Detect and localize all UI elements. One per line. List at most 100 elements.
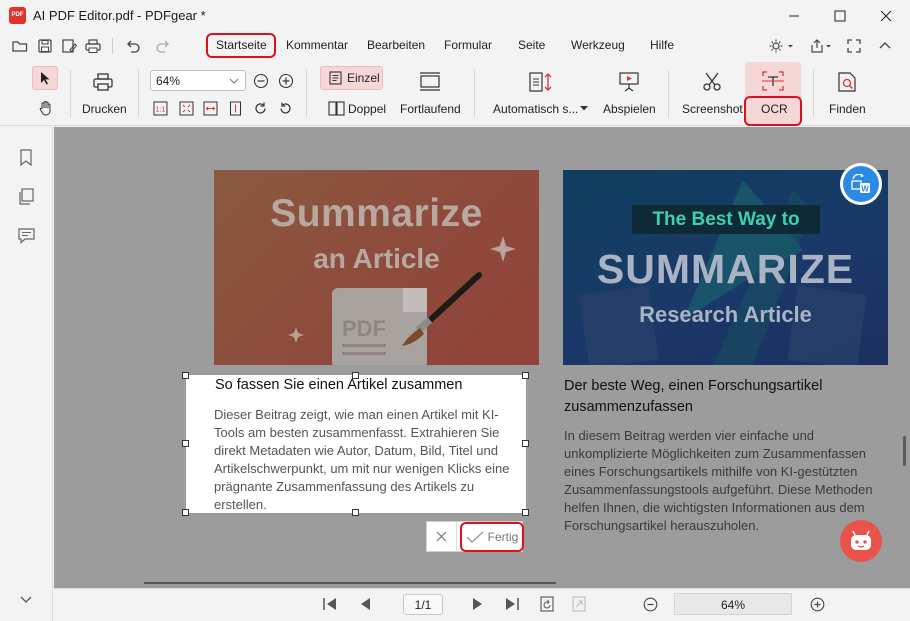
menu-kommentar[interactable]: Kommentar [286,38,348,52]
article-thumbnail-summarize: Summarize an Article PDF [214,170,539,365]
chevron-up-icon [879,42,891,49]
folder-open-icon [12,41,28,52]
cancel-edit-button[interactable] [427,522,457,551]
menu-formular[interactable]: Formular [444,38,492,52]
article-body[interactable]: Dieser Beitrag zeigt, wie man einen Arti… [214,406,526,514]
divider [70,70,71,118]
maximize-icon [834,10,846,22]
first-page-icon [323,598,336,610]
status-zoom-in-button[interactable] [807,594,827,614]
sun-icon [769,39,793,53]
menu-hilfe[interactable]: Hilfe [650,38,674,52]
zoom-out-icon [643,597,657,611]
screenshot-button[interactable]: Screenshot [682,102,743,116]
theme-button[interactable] [768,37,794,55]
cursor-arrow-icon [41,72,50,85]
app-logo: PDF [9,7,26,24]
divider [813,70,814,118]
minimize-button[interactable] [771,0,817,32]
actual-size-button[interactable]: 1:1 [152,100,169,117]
status-zoom-out-button[interactable] [640,594,660,614]
sidebar-expand-button[interactable] [16,590,36,610]
select-tool-button[interactable] [32,66,58,90]
resize-handle[interactable] [182,509,189,516]
save-as-button[interactable] [60,37,78,55]
fit-width-button[interactable] [202,100,219,117]
page-indicator[interactable]: 1/1 [403,594,443,615]
menu-bearbeiten[interactable]: Bearbeiten [367,38,425,52]
next-page-icon [473,598,482,610]
play-button[interactable]: Abspielen [603,102,656,116]
fit-page-button[interactable] [178,100,195,117]
auto-scroll-icon-wrap[interactable] [526,69,556,95]
fit-height-icon [230,101,241,116]
vertical-scrollbar[interactable] [903,436,906,466]
print-button[interactable]: Drucken [82,102,127,116]
redo-button[interactable] [154,37,172,55]
resize-handle[interactable] [182,440,189,447]
quick-print-button[interactable] [84,37,102,55]
thumbnails-panel-button[interactable] [16,186,36,206]
double-page-button[interactable]: Doppel [348,102,386,116]
save-button[interactable] [36,37,54,55]
zoom-in-button[interactable] [277,72,295,90]
fullscreen-button[interactable] [845,37,863,55]
auto-scroll-icon [529,72,552,92]
back-view-button[interactable] [537,594,557,614]
menu-werkzeug[interactable]: Werkzeug [571,38,625,52]
menu-seite[interactable]: Seite [518,38,545,52]
print-icon-wrap[interactable] [88,69,118,95]
fit-height-button[interactable] [227,100,244,117]
forward-view-button[interactable] [569,594,589,614]
pages-icon [19,187,34,205]
auto-scroll-button[interactable]: Automatisch s... [493,102,578,116]
double-page-icon-wrap [328,101,346,117]
single-page-button[interactable]: Einzel [320,66,383,90]
resize-handle[interactable] [522,372,529,379]
rotate-right-button[interactable] [252,100,269,117]
find-button[interactable]: Finden [829,102,866,116]
double-page-icon [328,101,345,116]
last-page-button[interactable] [502,594,522,614]
thumbnail-subtitle: Research Article [639,302,812,327]
collapse-ribbon-button[interactable] [876,37,894,55]
open-folder-button[interactable] [11,37,29,55]
continuous-button[interactable]: Fortlaufend [400,102,461,116]
screenshot-icon-wrap[interactable] [697,69,727,95]
continuous-icon-wrap[interactable] [415,69,445,95]
save-icon [38,39,52,53]
zoom-out-button[interactable] [252,72,270,90]
find-icon-wrap[interactable] [832,69,862,95]
play-icon-wrap[interactable] [614,69,644,95]
first-page-button[interactable] [320,594,340,614]
close-button[interactable] [863,0,909,32]
divider [138,70,139,118]
maximize-button[interactable] [817,0,863,32]
previous-page-button[interactable] [355,594,375,614]
article-title[interactable]: So fassen Sie einen Artikel zusammen [215,377,462,393]
comments-panel-button[interactable] [16,226,36,246]
undo-button[interactable] [124,37,142,55]
status-zoom-value[interactable]: 64% [674,593,792,615]
thumbnail-title-line1: Summarize [270,192,483,235]
next-page-button[interactable] [468,594,488,614]
bookmark-panel-button[interactable] [16,147,36,167]
done-button[interactable]: Fertig [460,522,524,552]
resize-handle[interactable] [182,372,189,379]
rotate-right-icon [255,102,266,114]
article-thumbnail-research: The Best Way to SUMMARIZE Research Artic… [563,170,888,365]
rotate-left-button[interactable] [277,100,294,117]
hand-icon [39,101,51,116]
share-button[interactable] [810,37,832,55]
rotate-left-icon [280,102,291,114]
zoom-out-icon [253,73,269,89]
pdf-file-text: PDF [342,316,386,341]
presentation-icon [619,72,639,92]
redo-icon [156,40,169,53]
convert-to-word-button[interactable]: W [840,163,882,205]
ai-assistant-button[interactable] [840,520,882,562]
zoom-select[interactable]: 64% [150,70,246,91]
close-icon [436,531,447,542]
horizontal-scrollbar[interactable] [144,582,556,584]
hand-tool-button[interactable] [34,96,58,120]
